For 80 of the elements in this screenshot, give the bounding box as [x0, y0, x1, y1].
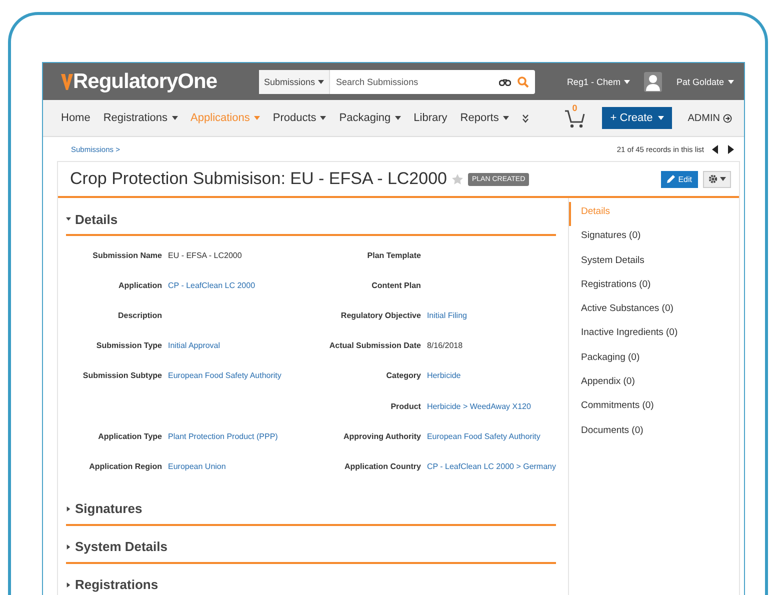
field-link[interactable]: CP - LeafClean LC 2000 [168, 280, 295, 290]
previous-icon[interactable] [712, 144, 718, 154]
caret-icon [720, 177, 726, 181]
caret-icon [172, 116, 178, 120]
binoculars-icon[interactable] [499, 78, 511, 86]
nav-tab[interactable]: Library [414, 112, 448, 124]
caret-icon [624, 80, 630, 84]
search-scope[interactable]: Submissions [259, 70, 330, 94]
caret-icon [728, 80, 734, 84]
admin-link[interactable]: ADMIN [688, 112, 732, 124]
field-label: Product [390, 402, 421, 411]
nav-tab[interactable]: Registrations [103, 112, 178, 124]
settings-button[interactable] [703, 170, 731, 188]
gear-icon [708, 174, 718, 184]
field-link[interactable]: Initial Filing [426, 310, 556, 320]
record-title: Crop Protection Submisison: EU - EFSA - LC2000 [70, 169, 447, 189]
field-label: Description [116, 310, 162, 320]
field-label: Application Type [97, 432, 162, 441]
field-link[interactable]: Initial Approval [168, 341, 295, 350]
field-link[interactable]: Herbicide [426, 371, 556, 380]
arrow-circle-icon [723, 114, 732, 122]
search-field[interactable]: Submissions Search Submissions [259, 70, 535, 94]
field-label: Submission Type [95, 341, 162, 350]
field-link[interactable]: European Food Safety Authority [168, 371, 295, 380]
sidebar-item[interactable]: System Details [569, 250, 739, 275]
sidebar-item[interactable]: Appendix (0) [569, 372, 739, 396]
caret-icon [658, 116, 664, 120]
caret-icon [66, 544, 71, 550]
field-link[interactable]: European Food Safety Authority [426, 432, 556, 441]
logo-text: RegulatoryOne [73, 70, 218, 94]
field-label: Plan Template [366, 250, 421, 260]
field-label: Application [117, 280, 162, 290]
nav-tab[interactable]: Reports [460, 112, 509, 124]
field-link[interactable]: Plant Protection Product (PPP) [168, 432, 295, 441]
section-header[interactable]: Registrations [66, 564, 556, 595]
user-avatar-icon[interactable] [644, 72, 662, 92]
pencil-icon [667, 175, 676, 183]
field-label: Application Country [344, 462, 421, 471]
star-icon[interactable] [452, 174, 463, 184]
caret-icon [320, 116, 326, 120]
section-header[interactable]: Details [66, 198, 556, 236]
field-link[interactable]: Herbicide > WeedAway X120 [426, 402, 556, 411]
field-label: Application Region [88, 462, 162, 471]
field-label: Content Plan [370, 280, 421, 290]
caret-icon [66, 216, 71, 222]
sidebar-item[interactable]: Active Substances (0) [569, 299, 739, 324]
sidebar-item[interactable]: Inactive Ingredients (0) [569, 323, 739, 348]
field-label: Submission Subtype [82, 371, 162, 380]
caret-icon [318, 80, 324, 84]
nav-tab[interactable]: Packaging [339, 112, 401, 124]
caret-icon [254, 116, 260, 120]
field-value: 8/16/2018 [426, 341, 464, 350]
field-label: Category [385, 371, 421, 380]
field-link[interactable]: CP - LeafClean LC 2000 > Germany [426, 462, 556, 471]
user-menu[interactable]: Pat Goldate [676, 76, 734, 86]
caret-icon [66, 582, 71, 588]
sidebar-item[interactable]: Documents (0) [569, 420, 739, 445]
more-chevron-icon[interactable] [522, 114, 529, 122]
logo-icon [61, 74, 73, 90]
sidebar-item[interactable]: Registrations (0) [569, 274, 739, 300]
section-header[interactable]: System Details [66, 526, 556, 564]
field-label: Approving Authority [342, 432, 421, 441]
nav-tab[interactable]: Home [61, 112, 90, 124]
edit-button[interactable]: Edit [661, 170, 698, 188]
vault-menu[interactable]: Reg1 - Chem [566, 76, 630, 86]
sidebar-item[interactable]: Signatures (0) [569, 226, 739, 251]
next-icon[interactable] [728, 144, 734, 154]
field-link[interactable]: European Union [168, 462, 295, 471]
field-label: Actual Submission Date [328, 341, 421, 350]
caret-icon [66, 506, 71, 512]
sidebar-item[interactable]: Packaging (0) [569, 348, 739, 372]
field-value: EU - EFSA - LC2000 [168, 250, 243, 260]
field-label: Submission Name [92, 250, 162, 260]
nav-tab[interactable]: Products [272, 112, 326, 124]
sidebar-item[interactable]: Commitments (0) [569, 396, 739, 421]
caret-icon [502, 116, 509, 120]
field-label: Regulatory Objective [340, 310, 421, 320]
caret-icon [394, 116, 401, 120]
section-header[interactable]: Signatures [66, 488, 556, 526]
create-button[interactable]: + Create [602, 107, 672, 129]
